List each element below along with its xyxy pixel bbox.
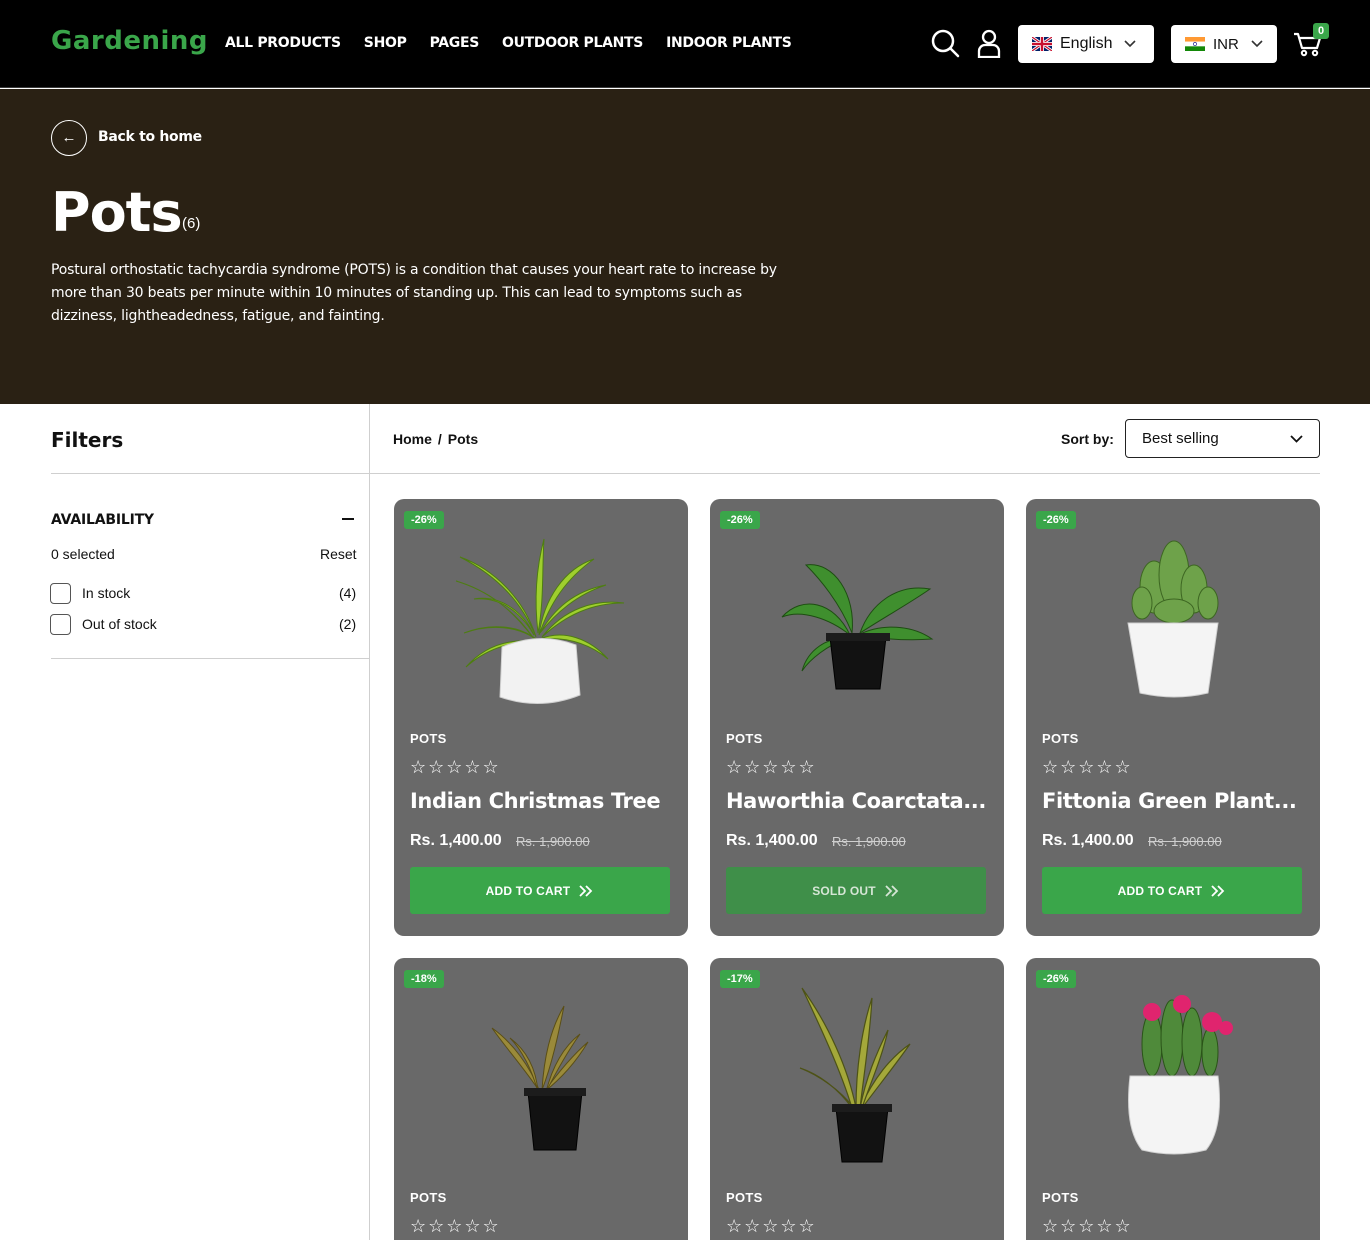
- product-card[interactable]: -26% POTS ☆☆☆☆☆ Indian Christmas Tree Rs…: [394, 499, 688, 936]
- language-label: English: [1060, 35, 1113, 52]
- product-image[interactable]: [710, 958, 1004, 1178]
- breadcrumb-home[interactable]: Home: [393, 431, 432, 447]
- filters-header-divider: [51, 473, 1320, 474]
- rating-stars: ☆☆☆☆☆: [726, 1216, 817, 1236]
- add-to-cart-button[interactable]: ADD TO CART: [410, 867, 670, 914]
- product-card[interactable]: -17% POTS ☆☆☆☆☆: [710, 958, 1004, 1240]
- discount-badge: -26%: [404, 511, 444, 529]
- product-price: Rs. 1,400.00: [726, 832, 818, 849]
- out-of-stock-label[interactable]: Out of stock: [82, 616, 157, 632]
- sort-select[interactable]: Best selling: [1125, 419, 1320, 458]
- double-chevron-right-icon: [885, 884, 899, 897]
- site-logo[interactable]: Gardening: [51, 26, 208, 56]
- cart-count-badge: 0: [1313, 23, 1329, 39]
- product-name[interactable]: Indian Christmas Tree: [410, 789, 680, 813]
- discount-badge: -17%: [720, 970, 760, 988]
- breadcrumb-separator: /: [437, 431, 442, 447]
- nav-all-products[interactable]: ALL PRODUCTS: [225, 35, 341, 51]
- product-name[interactable]: Fittonia Green Plant...: [1042, 789, 1312, 813]
- sold-out-button[interactable]: SOLD OUT: [726, 867, 986, 914]
- page-title: Pots: [51, 181, 183, 244]
- sidebar-divider: [369, 404, 370, 1240]
- india-flag-icon: [1185, 37, 1205, 51]
- product-category: POTS: [1042, 731, 1079, 746]
- double-chevron-right-icon: [1211, 884, 1225, 897]
- nav-shop[interactable]: SHOP: [364, 35, 407, 51]
- search-icon[interactable]: [930, 28, 960, 58]
- currency-label: INR: [1213, 35, 1239, 53]
- sort-label: Sort by:: [1061, 431, 1114, 447]
- sold-out-label: SOLD OUT: [812, 883, 876, 898]
- collection-hero: ← Back to home Pots (6) Postural orthost…: [0, 89, 1370, 404]
- rating-stars: ☆☆☆☆☆: [410, 1216, 501, 1236]
- rating-stars: ☆☆☆☆☆: [410, 757, 501, 777]
- product-name[interactable]: Haworthia Coarctata...: [726, 789, 996, 813]
- product-category: POTS: [1042, 1190, 1079, 1205]
- chevron-down-icon: [1251, 40, 1263, 48]
- add-to-cart-label: ADD TO CART: [485, 883, 571, 898]
- site-header: Gardening ALL PRODUCTS SHOP PAGES OUTDOO…: [0, 0, 1370, 88]
- product-image[interactable]: [394, 958, 688, 1178]
- reset-link[interactable]: Reset: [320, 546, 357, 562]
- availability-title[interactable]: AVAILABILITY: [51, 512, 154, 528]
- product-image[interactable]: [1026, 499, 1320, 719]
- chevron-down-icon: [1124, 40, 1137, 48]
- product-category: POTS: [410, 1190, 447, 1205]
- product-old-price: Rs. 1,900.00: [516, 834, 590, 849]
- product-image[interactable]: [1026, 958, 1320, 1178]
- discount-badge: -26%: [720, 511, 760, 529]
- product-image[interactable]: [394, 499, 688, 719]
- main-nav: ALL PRODUCTS SHOP PAGES OUTDOOR PLANTS I…: [225, 35, 815, 51]
- in-stock-label[interactable]: In stock: [82, 585, 130, 601]
- account-icon[interactable]: [974, 28, 1004, 58]
- rating-stars: ☆☆☆☆☆: [1042, 757, 1133, 777]
- collection-description: Postural orthostatic tachycardia syndrom…: [51, 262, 777, 324]
- breadcrumb-current: Pots: [447, 431, 479, 447]
- product-card[interactable]: -26% POTS ☆☆☆☆☆ Fittonia Green Plant... …: [1026, 499, 1320, 936]
- filters-title: Filters: [51, 428, 124, 452]
- double-chevron-right-icon: [579, 884, 593, 897]
- nav-pages[interactable]: PAGES: [430, 35, 480, 51]
- collapse-icon[interactable]: [342, 518, 354, 520]
- sort-value: Best selling: [1142, 430, 1219, 447]
- product-category: POTS: [410, 731, 447, 746]
- discount-badge: -18%: [404, 970, 444, 988]
- nav-outdoor-plants[interactable]: OUTDOOR PLANTS: [502, 35, 643, 51]
- product-card[interactable]: -18% POTS ☆☆☆☆☆: [394, 958, 688, 1240]
- rating-stars: ☆☆☆☆☆: [726, 757, 817, 777]
- chevron-down-icon: [1290, 434, 1303, 443]
- selected-count: 0 selected: [51, 546, 115, 562]
- product-card[interactable]: -26% POTS ☆☆☆☆☆: [1026, 958, 1320, 1240]
- product-old-price: Rs. 1,900.00: [1148, 834, 1222, 849]
- add-to-cart-label: ADD TO CART: [1117, 883, 1203, 898]
- product-category: POTS: [726, 1190, 763, 1205]
- product-price: Rs. 1,400.00: [410, 832, 502, 849]
- language-selector[interactable]: English: [1018, 25, 1154, 63]
- back-to-home-link[interactable]: Back to home: [98, 129, 202, 145]
- out-of-stock-count: (2): [339, 616, 357, 632]
- currency-selector[interactable]: INR: [1171, 25, 1277, 63]
- discount-badge: -26%: [1036, 970, 1076, 988]
- uk-flag-icon: [1032, 37, 1052, 51]
- rating-stars: ☆☆☆☆☆: [1042, 1216, 1133, 1236]
- in-stock-checkbox[interactable]: [50, 583, 71, 604]
- product-price: Rs. 1,400.00: [1042, 832, 1134, 849]
- product-card[interactable]: -26% POTS ☆☆☆☆☆ Haworthia Coarctata... R…: [710, 499, 1004, 936]
- out-of-stock-checkbox[interactable]: [50, 614, 71, 635]
- product-old-price: Rs. 1,900.00: [832, 834, 906, 849]
- breadcrumb: Home / Pots: [393, 431, 478, 447]
- product-category: POTS: [726, 731, 763, 746]
- nav-indoor-plants[interactable]: INDOOR PLANTS: [666, 35, 792, 51]
- discount-badge: -26%: [1036, 511, 1076, 529]
- in-stock-count: (4): [339, 585, 357, 601]
- product-image[interactable]: [710, 499, 1004, 719]
- availability-divider: [51, 658, 369, 659]
- product-count: (6): [182, 215, 201, 232]
- add-to-cart-button[interactable]: ADD TO CART: [1042, 867, 1302, 914]
- back-arrow-icon[interactable]: ←: [51, 120, 87, 156]
